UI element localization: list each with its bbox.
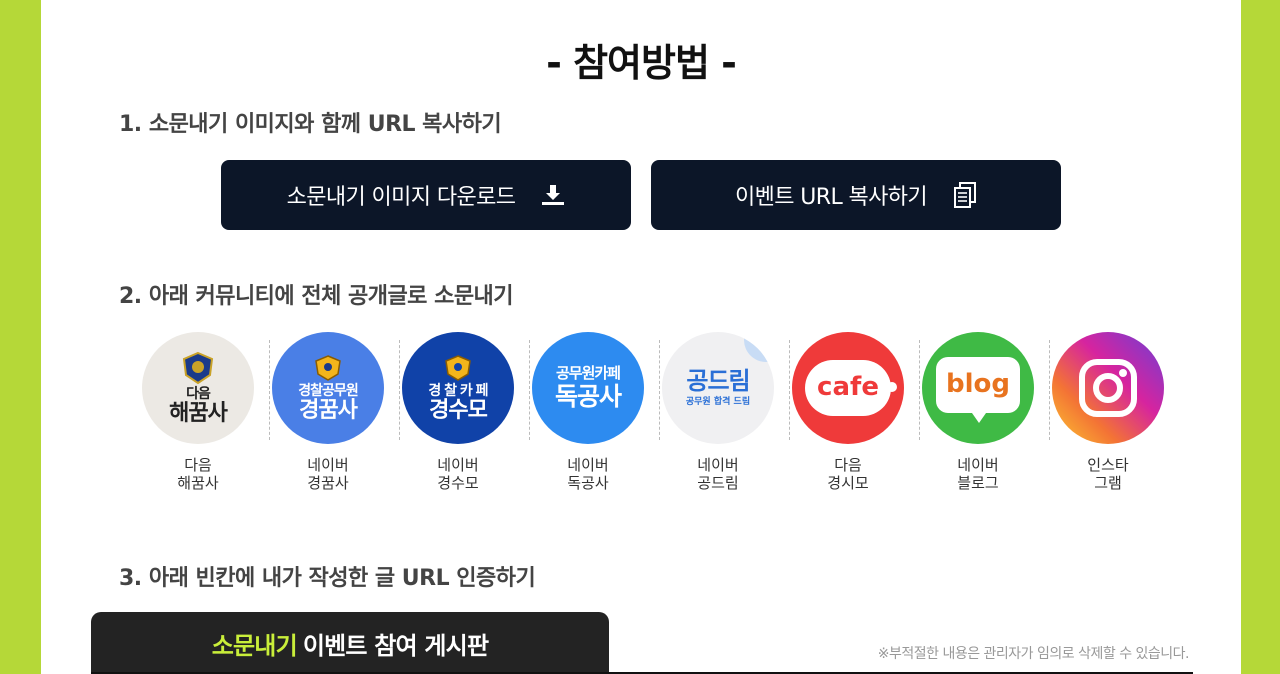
community-logo: 공무원카페 독공사: [532, 332, 644, 444]
copy-url-button[interactable]: 이벤트 URL 복사하기: [651, 160, 1061, 230]
police-badge-icon: [315, 355, 341, 381]
step-2-heading: 2. 아래 커뮤니티에 전체 공개글로 소문내기: [119, 284, 514, 309]
community-list: 다음 해꿈사 다음 해꿈사 경찰공무원 경꿈사 네이버 경꿈사 경 찰 카 페 …: [133, 332, 1173, 502]
community-name: 네이버 블로그: [957, 456, 999, 492]
download-icon: [541, 184, 565, 206]
community-naver-gyeongkkumsa[interactable]: 경찰공무원 경꿈사 네이버 경꿈사: [263, 332, 393, 492]
instagram-icon: [1079, 359, 1137, 417]
community-naver-blog[interactable]: blog 네이버 블로그: [913, 332, 1043, 492]
community-name: 네이버 경꿈사: [307, 456, 349, 492]
decor-circle: [744, 332, 774, 362]
community-logo: 다음 해꿈사: [142, 332, 254, 444]
community-name: 네이버 경수모: [437, 456, 479, 492]
community-name: 네이버 독공사: [567, 456, 609, 492]
community-daum-gyeongsimo[interactable]: cafe 다음 경시모: [783, 332, 913, 492]
community-logo: 경찰공무원 경꿈사: [272, 332, 384, 444]
community-logo: cafe: [792, 332, 904, 444]
step-3-heading: 3. 아래 빈칸에 내가 작성한 글 URL 인증하기: [119, 566, 536, 591]
community-logo: 공드림 공무원 합격 드림: [662, 332, 774, 444]
community-naver-gongdeurim[interactable]: 공드림 공무원 합격 드림 네이버 공드림: [653, 332, 783, 492]
community-logo: blog: [922, 332, 1034, 444]
page-title: - 참여방법 -: [546, 41, 737, 85]
download-button-label: 소문내기 이미지 다운로드: [286, 185, 516, 210]
cafe-bubble: cafe: [805, 360, 897, 416]
step-1-heading: 1. 소문내기 이미지와 함께 URL 복사하기: [119, 112, 502, 137]
board-tab-highlight: 소문내기: [211, 631, 298, 660]
community-name: 네이버 공드림: [697, 456, 739, 492]
community-name: 다음 해꿈사: [177, 456, 219, 492]
board-notice: ※부적절한 내용은 관리자가 임의로 삭제할 수 있습니다.: [877, 646, 1190, 662]
community-logo: 경 찰 카 페 경수모: [402, 332, 514, 444]
community-name: 인스타 그램: [1087, 456, 1129, 492]
police-badge-icon: [445, 355, 471, 381]
community-naver-dokgongsa[interactable]: 공무원카페 독공사 네이버 독공사: [523, 332, 653, 492]
blog-bubble: blog: [936, 357, 1020, 423]
download-image-button[interactable]: 소문내기 이미지 다운로드: [221, 160, 631, 230]
community-instagram[interactable]: 인스타 그램: [1043, 332, 1173, 492]
community-logo: [1052, 332, 1164, 444]
board-tab-label: 이벤트 참여 게시판: [302, 631, 489, 660]
community-daum-haekkumsa[interactable]: 다음 해꿈사 다음 해꿈사: [133, 332, 263, 492]
event-panel: - 참여방법 - 1. 소문내기 이미지와 함께 URL 복사하기 소문내기 이…: [41, 0, 1241, 674]
community-name: 다음 경시모: [827, 456, 869, 492]
copy-button-label: 이벤트 URL 복사하기: [734, 185, 928, 210]
community-naver-gyeongsumo[interactable]: 경 찰 카 페 경수모 네이버 경수모: [393, 332, 523, 492]
board-tab[interactable]: 소문내기 이벤트 참여 게시판: [91, 612, 609, 674]
copy-icon: [953, 182, 977, 208]
police-badge-icon: [182, 352, 214, 385]
